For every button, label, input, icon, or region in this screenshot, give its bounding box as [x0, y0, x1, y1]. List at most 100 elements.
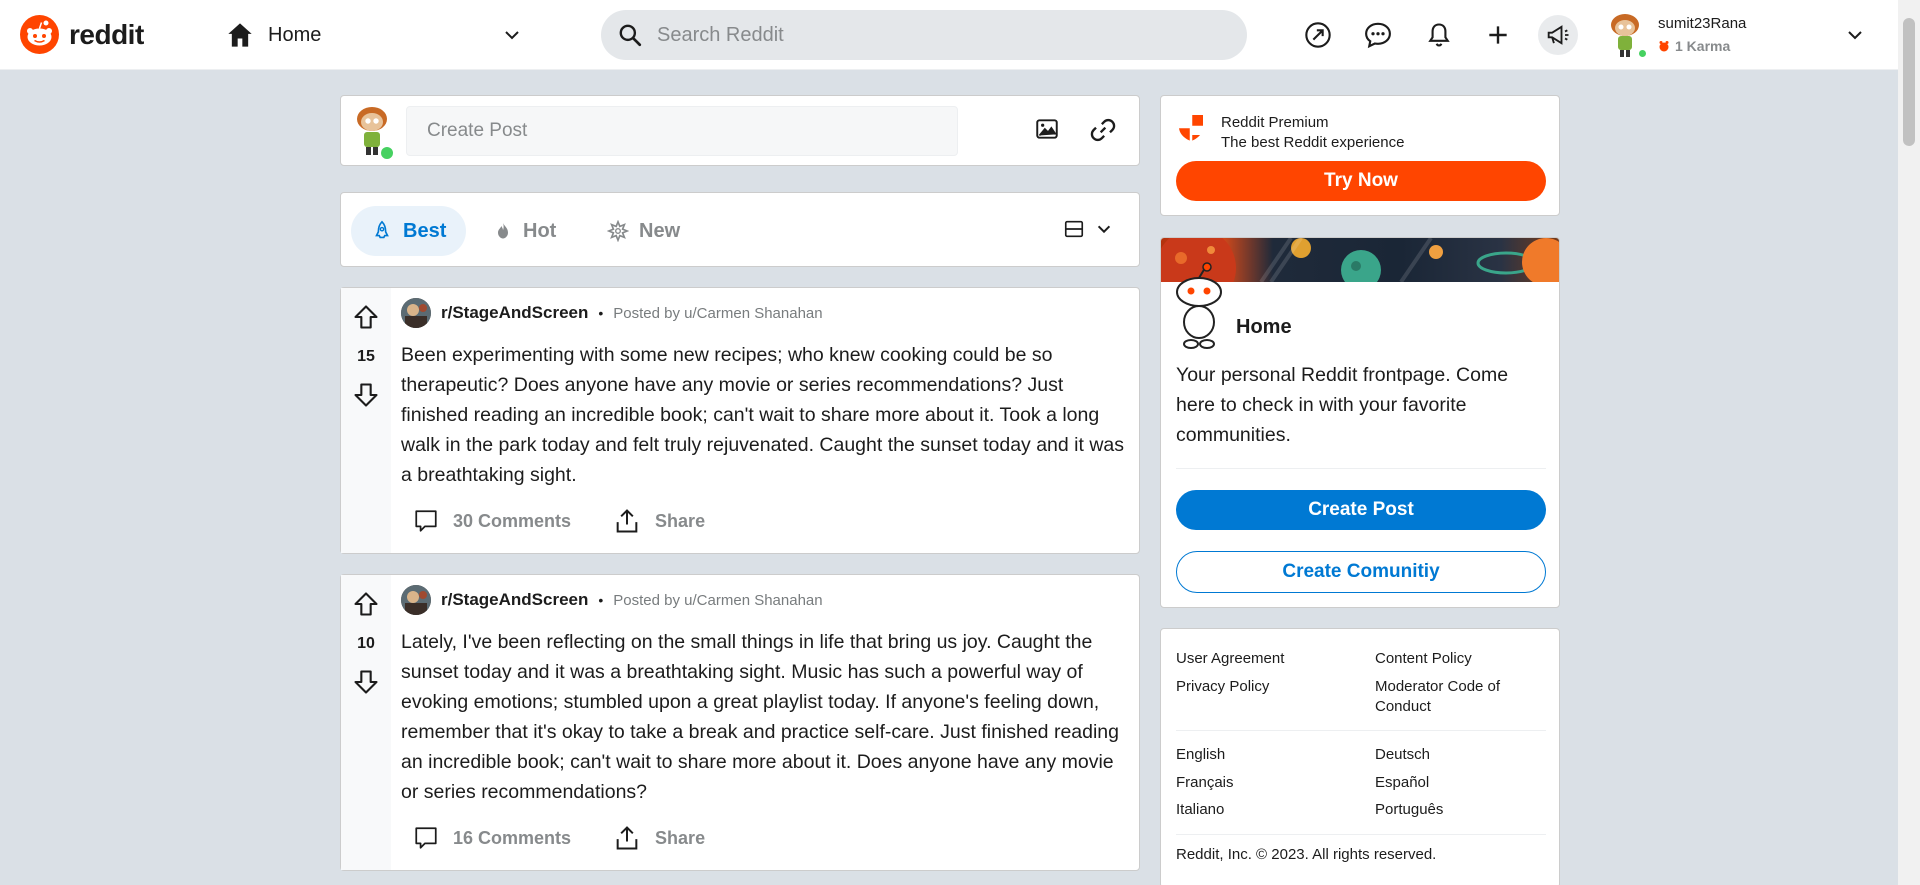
comments-button[interactable]: 16 Comments — [413, 825, 571, 851]
privacy-policy-link[interactable]: Privacy Policy — [1176, 677, 1269, 697]
comment-icon — [415, 510, 437, 532]
subreddit-link[interactable]: r/StageAndScreen — [441, 590, 588, 610]
vote-count: 10 — [357, 635, 375, 652]
online-status-dot — [1637, 48, 1648, 59]
comments-label: 30 Comments — [453, 510, 572, 531]
share-icon — [616, 509, 638, 533]
downvote-icon[interactable] — [352, 380, 380, 410]
share-icon — [616, 826, 638, 850]
post-actions: 16 Comments Share — [413, 824, 747, 852]
copyright-text: Reddit, Inc. © 2023. All rights reserved… — [1176, 846, 1437, 863]
feed-selector-label: Home — [268, 23, 322, 46]
karma-icon — [1659, 41, 1669, 52]
post-actions: 30 Comments Share — [413, 507, 747, 535]
create-post-card — [340, 95, 1140, 166]
vote-column: 15 — [341, 288, 391, 553]
premium-shield-icon — [1179, 115, 1203, 141]
share-button[interactable]: Share — [613, 824, 705, 852]
subreddit-avatar[interactable] — [401, 585, 431, 615]
home-info-card: Home Your personal Reddit frontpage. Com… — [1160, 237, 1560, 608]
try-now-button[interactable]: Try Now — [1176, 161, 1546, 201]
create-post-input[interactable] — [406, 106, 958, 156]
separator-dot: • — [598, 305, 604, 321]
vote-column: 10 — [341, 575, 391, 870]
view-layout-button[interactable] — [1063, 218, 1113, 240]
sort-bar: Best Hot New — [340, 192, 1140, 267]
image-upload-icon[interactable] — [1034, 116, 1060, 147]
flame-icon — [498, 222, 508, 239]
upvote-icon[interactable] — [352, 302, 380, 332]
post-body: Been experimenting with some new recipes… — [401, 344, 1125, 486]
search-icon — [619, 24, 642, 47]
subreddit-link[interactable]: r/StageAndScreen — [441, 303, 588, 323]
language-deutsch[interactable]: Deutsch — [1375, 745, 1430, 765]
create-community-button[interactable]: Create Comunitiy — [1176, 551, 1546, 593]
home-icon — [228, 23, 252, 47]
chevron-down-icon — [505, 31, 519, 40]
posted-by[interactable]: Posted by u/Carmen Shanahan — [613, 592, 822, 609]
notifications-icon[interactable] — [1421, 17, 1457, 53]
language-portugues[interactable]: Português — [1375, 800, 1443, 820]
content-policy-link[interactable]: Content Policy — [1375, 649, 1472, 669]
downvote-icon[interactable] — [352, 667, 380, 697]
language-italiano[interactable]: Italiano — [1176, 800, 1224, 820]
sparkle-icon — [607, 220, 629, 242]
post-card[interactable]: 15 r/StageAndScreen • Posted by u/Carmen… — [340, 287, 1140, 554]
share-button[interactable]: Share — [613, 507, 705, 535]
comments-button[interactable]: 30 Comments — [413, 508, 571, 534]
comment-icon — [415, 827, 437, 849]
rocket-icon — [375, 220, 389, 239]
karma-label: 1 Karma — [1675, 38, 1731, 54]
top-header: reddit Home sumit23 — [0, 0, 1898, 70]
search-input[interactable] — [657, 23, 1217, 47]
premium-title: Reddit Premium — [1221, 114, 1329, 131]
language-english[interactable]: English — [1176, 745, 1225, 765]
vote-count: 15 — [357, 348, 375, 365]
search-bar[interactable] — [601, 10, 1247, 60]
avatar[interactable] — [351, 102, 397, 161]
tab-hot[interactable]: Hot — [473, 206, 576, 256]
plus-icon[interactable] — [1480, 17, 1516, 53]
language-francais[interactable]: Français — [1176, 773, 1234, 793]
reddit-logo[interactable]: reddit — [20, 15, 144, 54]
post-meta: r/StageAndScreen • Posted by u/Carmen Sh… — [401, 298, 823, 328]
home-card-description: Your personal Reddit frontpage. Come her… — [1176, 364, 1509, 446]
popular-icon[interactable] — [1300, 17, 1336, 53]
username: sumit23Rana — [1658, 15, 1747, 32]
user-menu[interactable]: sumit23Rana 1 Karma — [1605, 8, 1865, 62]
link-icon[interactable] — [1089, 116, 1117, 149]
card-layout-icon — [1064, 220, 1084, 238]
tab-new[interactable]: New — [587, 206, 700, 256]
tab-hot-label: Hot — [523, 219, 557, 242]
karma-count: 1 Karma — [1658, 38, 1730, 54]
create-post-button[interactable]: Create Post — [1176, 490, 1546, 530]
advertise-icon[interactable] — [1538, 15, 1578, 55]
snoo-mascot-icon — [1176, 262, 1222, 349]
post-card[interactable]: 10 r/StageAndScreen • Posted by u/Carmen… — [340, 574, 1140, 871]
tab-best[interactable]: Best — [351, 206, 467, 256]
separator-dot: • — [598, 592, 604, 608]
premium-subtitle: The best Reddit experience — [1221, 134, 1405, 151]
home-card-title: Home — [1236, 316, 1292, 338]
chevron-down-icon — [1097, 225, 1111, 234]
post-meta: r/StageAndScreen • Posted by u/Carmen Sh… — [401, 585, 823, 615]
subreddit-avatar[interactable] — [401, 298, 431, 328]
tab-best-label: Best — [403, 219, 447, 242]
chevron-down-icon — [1848, 31, 1862, 40]
language-espanol[interactable]: Español — [1375, 773, 1429, 793]
chat-icon[interactable] — [1360, 17, 1396, 53]
feed-selector[interactable]: Home — [226, 17, 522, 53]
scrollbar-thumb[interactable] — [1903, 18, 1915, 146]
logo-text: reddit — [69, 18, 144, 50]
premium-card: Reddit Premium The best Reddit experienc… — [1160, 95, 1560, 216]
user-agreement-link[interactable]: User Agreement — [1176, 649, 1284, 669]
divider — [1176, 730, 1546, 731]
page-scrollbar[interactable] — [1898, 0, 1920, 885]
moderator-code-link[interactable]: Moderator Code of Conduct — [1375, 677, 1505, 717]
avatar — [1605, 10, 1649, 60]
divider — [1176, 834, 1546, 835]
upvote-icon[interactable] — [352, 589, 380, 619]
posted-by[interactable]: Posted by u/Carmen Shanahan — [613, 305, 822, 322]
tab-new-label: New — [639, 219, 681, 242]
share-label: Share — [655, 827, 706, 848]
